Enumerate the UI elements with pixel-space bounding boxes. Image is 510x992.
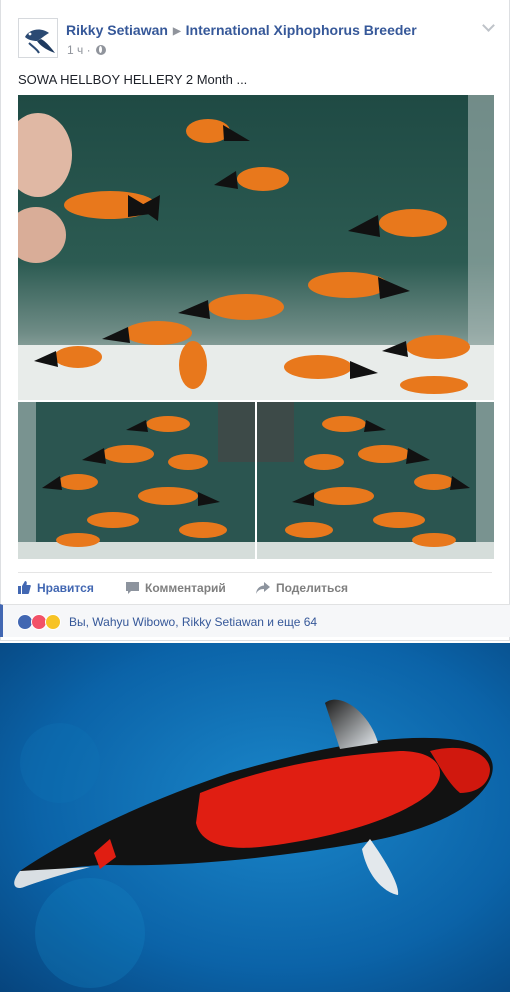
facebook-post-card: Rikky Setiawan ▶ International Xiphophorus… bbox=[0, 0, 510, 641]
comment-icon bbox=[126, 582, 139, 597]
post-meta: 1 ч · bbox=[67, 43, 106, 57]
reaction-icons[interactable] bbox=[17, 614, 67, 630]
share-button[interactable]: Поделиться bbox=[256, 581, 348, 597]
meta-separator: · bbox=[86, 43, 91, 57]
author-name-link[interactable]: Rikky Setiawan bbox=[66, 22, 168, 38]
post-text: SOWA HELLBOY HELLERY 2 Month ... bbox=[18, 72, 248, 87]
post-action-bar: Нравится Комментарий Поделиться bbox=[18, 572, 492, 602]
reactions-bar: Вы, Wahyu Wibowo, Rikky Setiawan и еще 6… bbox=[0, 604, 510, 637]
post-photo-right[interactable] bbox=[257, 402, 494, 559]
thumbs-up-icon bbox=[18, 581, 31, 597]
post-title-line: Rikky Setiawan ▶ International Xiphophorus… bbox=[66, 22, 417, 38]
comment-label: Комментарий bbox=[145, 581, 226, 595]
post-header: Rikky Setiawan ▶ International Xiphophorus… bbox=[18, 18, 495, 60]
post-photo-left[interactable] bbox=[18, 402, 255, 559]
group-avatar[interactable] bbox=[18, 18, 58, 58]
arrow-right-icon: ▶ bbox=[172, 26, 181, 37]
wow-reaction-icon bbox=[45, 614, 61, 630]
share-arrow-icon bbox=[256, 582, 270, 597]
fish-logo-icon bbox=[25, 29, 55, 54]
like-button[interactable]: Нравится bbox=[18, 581, 94, 597]
reaction-summary[interactable]: Вы, Wahyu Wibowo, Rikky Setiawan и еще 6… bbox=[69, 615, 317, 629]
like-label: Нравится bbox=[37, 581, 94, 595]
share-label: Поделиться bbox=[276, 581, 349, 595]
post-timestamp[interactable]: 1 ч bbox=[67, 43, 83, 57]
chevron-down-icon[interactable] bbox=[481, 20, 495, 34]
globe-icon bbox=[95, 45, 106, 55]
comment-button[interactable]: Комментарий bbox=[126, 581, 226, 597]
group-name-link[interactable]: International Xiphophorus Breeder bbox=[186, 22, 417, 38]
post-photo-main[interactable] bbox=[18, 95, 494, 400]
koi-fish-photo bbox=[0, 643, 510, 992]
